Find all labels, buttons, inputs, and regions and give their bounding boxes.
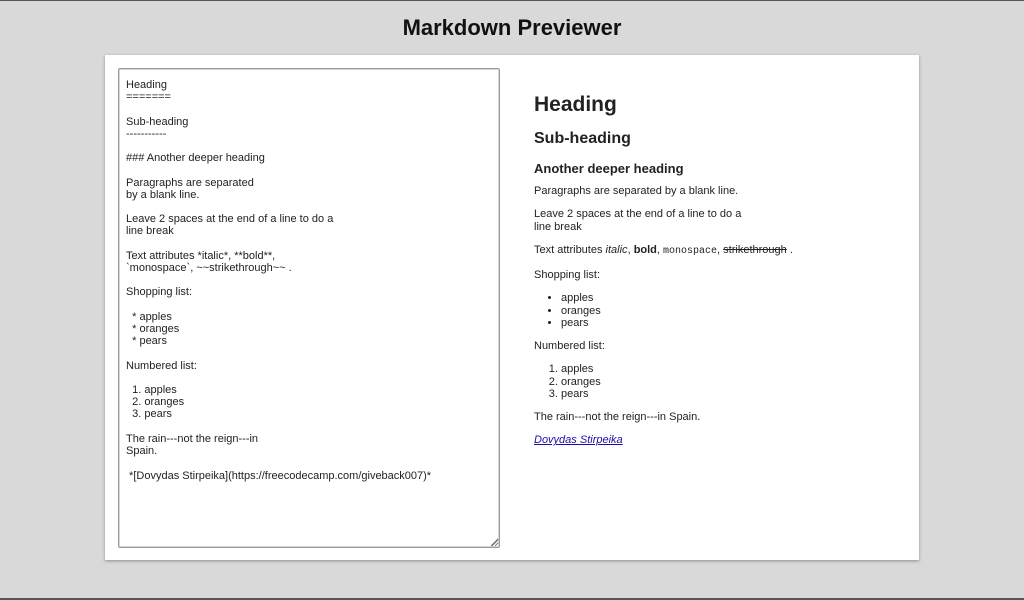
list-item: oranges — [561, 376, 904, 388]
attr-suffix: . — [786, 243, 793, 256]
attr-strikethrough: strikethrough — [723, 243, 787, 256]
attr-monospace: monospace — [663, 245, 718, 257]
list-item: apples — [561, 292, 904, 304]
attr-bold: bold — [633, 243, 657, 256]
preview-rain-paragraph: The rain---not the reign---in Spain. — [534, 411, 701, 423]
resize-grip-icon[interactable] — [491, 539, 499, 547]
shopping-list-label: Shopping list: — [534, 269, 601, 282]
numbered-list: apples oranges pears — [534, 363, 904, 400]
preview-link-paragraph: Dovydas Stirpeika — [534, 434, 904, 446]
list-item: pears — [561, 317, 904, 329]
markdown-editor[interactable]: Heading ======= Sub-heading ----------- … — [118, 68, 500, 548]
author-link[interactable]: Dovydas Stirpeika — [534, 434, 623, 446]
app-title: Markdown Previewer — [402, 15, 622, 40]
line-break-text-2: line break — [534, 220, 582, 233]
preview-paragraph: Paragraphs are separated by a blank line… — [534, 185, 739, 197]
markdown-preview: Heading Sub-heading Another deeper headi… — [534, 93, 904, 458]
preview-heading: Heading — [534, 93, 617, 116]
preview-line-break-paragraph: Leave 2 spaces at the end of a line to d… — [534, 208, 904, 233]
preview-deeper-heading: Another deeper heading — [534, 161, 684, 176]
list-item: apples — [561, 363, 904, 375]
attr-prefix: Text attributes — [534, 243, 606, 256]
attr-italic: italic — [605, 243, 628, 256]
list-item: pears — [561, 388, 904, 400]
shopping-list: apples oranges pears — [534, 292, 904, 329]
line-break-text-1: Leave 2 spaces at the end of a line to d… — [534, 208, 742, 221]
preview-text-attributes: Text attributes italic, bold, monospace,… — [534, 244, 904, 258]
numbered-list-label: Numbered list: — [534, 340, 605, 353]
preview-subheading: Sub-heading — [534, 130, 631, 147]
list-item: oranges — [561, 305, 904, 317]
